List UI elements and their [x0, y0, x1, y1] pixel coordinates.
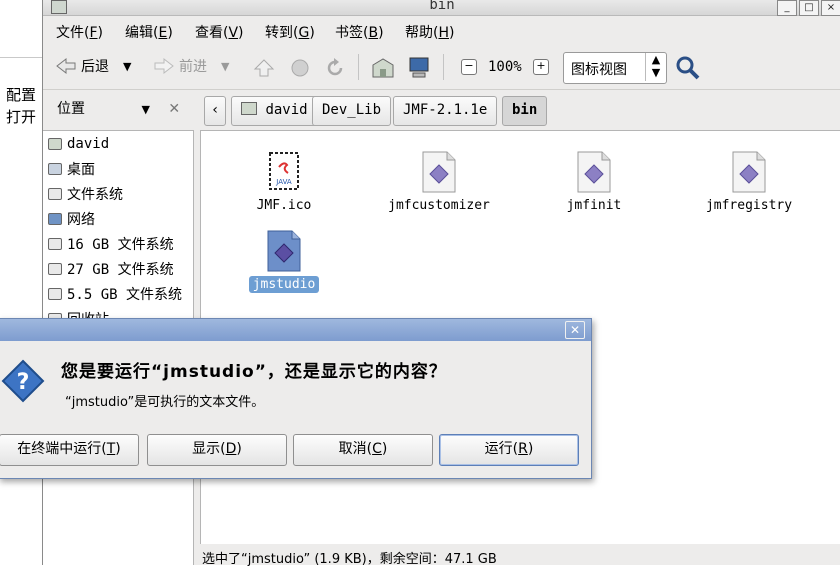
file-name: jmfcustomizer	[388, 198, 490, 213]
menu-bookmarks[interactable]: 书签(B)	[335, 22, 384, 42]
up-icon[interactable]	[253, 58, 275, 78]
drive-icon	[48, 238, 62, 250]
close-button[interactable]: ×	[821, 0, 840, 16]
status-bar: 选中了“jmstudio” (1.9 KB)，剩余空间：47.1 GB	[200, 546, 840, 567]
chevron-down-icon[interactable]: ▼	[123, 60, 131, 73]
question-icon: ?	[1, 359, 45, 403]
file-name: jmfregistry	[705, 198, 793, 213]
file-manager-window: bin _ □ × 文件(F) 编辑(E) 查看(V) 转到(G) 书签(B) …	[42, 0, 840, 567]
menu-go[interactable]: 转到(G)	[265, 22, 315, 42]
run-dialog: ✕ ? 您是要运行“jmstudio”，还是显示它的内容？ “jmstudio”…	[0, 318, 592, 479]
toolbar: 后退 ▼ 前进 ▼ − 100% + 图标视图 ▲ ▼	[43, 46, 840, 90]
menu-bar: 文件(F) 编辑(E) 查看(V) 转到(G) 书签(B) 帮助(H)	[43, 18, 840, 44]
svg-text:JAVA: JAVA	[275, 178, 292, 186]
cancel-button[interactable]: 取消(C)	[293, 434, 433, 466]
sidebar-item-5gb[interactable]: 5.5 GB 文件系统	[48, 284, 182, 304]
path-back-button[interactable]: ‹	[204, 96, 227, 126]
back-button[interactable]: 后退 ▼	[55, 56, 131, 76]
home-icon	[48, 138, 62, 150]
drive-icon	[48, 288, 62, 300]
file-item[interactable]: jmfregistry	[689, 151, 809, 214]
file-name: jmfinit	[566, 198, 622, 213]
executable-icon	[732, 151, 766, 193]
back-label: 后退	[81, 59, 109, 75]
sidebar-item-david[interactable]: david	[48, 134, 109, 154]
file-name: JMF.ico	[256, 198, 312, 213]
home-icon[interactable]	[371, 57, 395, 79]
home-icon	[241, 102, 257, 115]
executable-icon	[422, 151, 456, 193]
forward-button[interactable]: 前进 ▼	[153, 56, 229, 76]
network-icon	[48, 213, 62, 225]
file-item-selected[interactable]: jmstudio	[224, 230, 344, 293]
sidebar-item-desktop[interactable]: 桌面	[48, 159, 95, 179]
file-item[interactable]: jmfcustomizer	[379, 151, 499, 214]
places-label: 位置	[57, 101, 85, 117]
crumb-dev-lib[interactable]: Dev_Lib	[312, 96, 392, 126]
dialog-message: “jmstudio”是可执行的文本文件。	[65, 395, 265, 410]
maximize-button[interactable]: □	[799, 0, 819, 16]
svg-text:?: ?	[17, 370, 30, 395]
background-window: 配置 打开	[0, 0, 42, 565]
close-sidebar-icon[interactable]: ✕	[168, 101, 180, 117]
file-name: jmstudio	[248, 276, 320, 293]
run-button[interactable]: 运行(R)	[439, 434, 579, 466]
sidebar-item-filesystem[interactable]: 文件系统	[48, 184, 123, 204]
zoom-level: 100%	[488, 59, 522, 75]
location-bar: 位置 ▼ ✕ ‹ david Dev_Lib JMF-2.1.1e bin	[43, 92, 840, 128]
computer-icon[interactable]	[407, 56, 431, 80]
drive-icon	[48, 263, 62, 275]
crumb-bin[interactable]: bin	[502, 96, 548, 126]
dialog-heading: 您是要运行“jmstudio”，还是显示它的内容？	[61, 362, 447, 382]
menu-view[interactable]: 查看(V)	[195, 22, 244, 42]
file-item[interactable]: JAVA JMF.ico	[224, 151, 344, 214]
sidebar-item-16gb[interactable]: 16 GB 文件系统	[48, 234, 174, 254]
view-mode-label: 图标视图	[571, 62, 627, 78]
drive-icon	[48, 188, 62, 200]
zoom-in-button[interactable]: +	[533, 59, 549, 75]
search-icon[interactable]	[675, 55, 701, 81]
window-title: bin	[429, 0, 455, 13]
sidebar-item-27gb[interactable]: 27 GB 文件系统	[48, 259, 174, 279]
crumb-jmf[interactable]: JMF-2.1.1e	[393, 96, 498, 126]
status-text: 选中了“jmstudio” (1.9 KB)，剩余空间：47.1 GB	[202, 552, 497, 567]
executable-icon	[267, 230, 301, 272]
divider	[0, 57, 42, 58]
background-label: 打开	[6, 108, 37, 126]
crumb-david[interactable]: david	[231, 96, 318, 126]
close-icon[interactable]: ✕	[565, 321, 585, 339]
menu-help[interactable]: 帮助(H)	[405, 22, 454, 42]
places-selector[interactable]: 位置 ▼ ✕	[57, 98, 180, 118]
run-in-terminal-button[interactable]: 在终端中运行(T)	[0, 434, 139, 466]
background-label: 配置	[6, 86, 37, 104]
executable-icon	[577, 151, 611, 193]
dialog-title-bar[interactable]: ✕	[0, 319, 591, 341]
menu-file[interactable]: 文件(F)	[56, 22, 103, 42]
display-button[interactable]: 显示(D)	[147, 434, 287, 466]
spin-arrows-icon: ▲ ▼	[645, 53, 666, 81]
stop-icon[interactable]	[290, 58, 310, 78]
chevron-down-icon: ▼	[141, 103, 150, 116]
view-mode-select[interactable]: 图标视图 ▲ ▼	[563, 52, 667, 84]
sidebar-item-network[interactable]: 网络	[48, 209, 95, 229]
title-bar[interactable]: bin _ □ ×	[43, 0, 840, 16]
minimize-button[interactable]: _	[777, 0, 797, 16]
back-arrow-icon	[56, 57, 76, 75]
file-item[interactable]: jmfinit	[534, 151, 654, 214]
menu-edit[interactable]: 编辑(E)	[125, 22, 173, 42]
desktop-icon	[48, 163, 62, 175]
java-icon: JAVA	[267, 151, 301, 193]
reload-icon[interactable]	[324, 57, 346, 79]
zoom-out-button[interactable]: −	[461, 59, 477, 75]
forward-arrow-icon	[154, 57, 174, 75]
forward-label: 前进	[179, 59, 207, 75]
chevron-down-icon[interactable]: ▼	[221, 60, 229, 73]
